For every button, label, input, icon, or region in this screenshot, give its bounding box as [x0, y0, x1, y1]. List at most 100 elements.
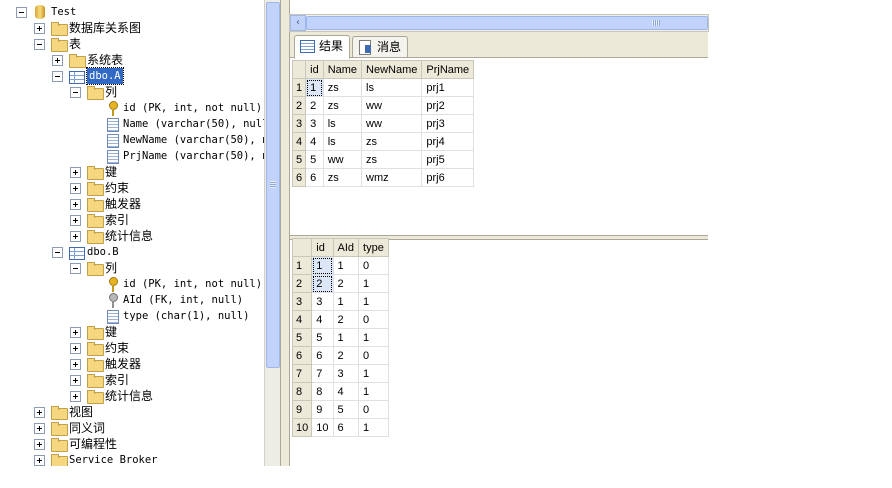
grid-cell[interactable]: zs	[322, 168, 363, 187]
column-header[interactable]: Name	[322, 60, 363, 79]
expand-plus-icon[interactable]	[70, 215, 81, 226]
row-header[interactable]: 4	[291, 132, 307, 151]
collapse-minus-icon[interactable]	[52, 71, 63, 82]
row-header[interactable]: 9	[291, 400, 313, 419]
grid-cell[interactable]: prj3	[421, 114, 475, 133]
table-row[interactable]: 5 5 ww zs prj5	[291, 150, 475, 169]
grid-cell[interactable]: 1	[305, 78, 324, 97]
tree-node[interactable]: AId (FK, int, null)	[0, 292, 264, 308]
scrollbar-thumb[interactable]	[266, 2, 280, 368]
grid-cell[interactable]: 1	[358, 274, 389, 293]
grid-cell[interactable]: 6	[332, 418, 360, 437]
tree-node[interactable]: Service Broker	[0, 452, 264, 466]
column-header[interactable]: PrjName	[421, 60, 475, 79]
tree-node[interactable]: 可编程性	[0, 436, 264, 452]
tree-node[interactable]: 视图	[0, 404, 264, 420]
tree-node[interactable]: 列	[0, 84, 264, 100]
grid-cell[interactable]: 0	[358, 310, 389, 329]
grid-cell[interactable]: 1	[332, 328, 360, 347]
grid-cell[interactable]: 1	[358, 418, 389, 437]
tree-node[interactable]: 约束	[0, 180, 264, 196]
tree-vertical-scrollbar[interactable]	[264, 0, 280, 466]
grid-cell[interactable]: 2	[332, 274, 360, 293]
table-row[interactable]: 1110	[291, 256, 389, 275]
collapse-minus-icon[interactable]	[70, 263, 81, 274]
grid-cell[interactable]: wmz	[361, 168, 423, 187]
tree-node[interactable]: 统计信息	[0, 388, 264, 404]
collapse-minus-icon[interactable]	[16, 7, 27, 18]
expand-plus-icon[interactable]	[70, 231, 81, 242]
collapse-minus-icon[interactable]	[70, 87, 81, 98]
expand-plus-icon[interactable]	[70, 359, 81, 370]
tree-node[interactable]: id (PK, int, not null)	[0, 276, 264, 292]
row-header[interactable]: 3	[291, 292, 313, 311]
tab-messages[interactable]: 消息	[352, 36, 409, 57]
grid-cell[interactable]: ls	[322, 114, 363, 133]
column-header[interactable]: AId	[332, 238, 360, 257]
row-header[interactable]: 1	[291, 256, 313, 275]
table-row[interactable]: 4 4 ls zs prj4	[291, 132, 475, 151]
grid-cell[interactable]: 2	[332, 346, 360, 365]
expand-plus-icon[interactable]	[34, 439, 45, 450]
grid-cell[interactable]: 2	[311, 274, 334, 293]
tree-node[interactable]: 系统表	[0, 52, 264, 68]
row-header[interactable]: 5	[291, 328, 313, 347]
table-row[interactable]: 10 10 6 1	[291, 418, 389, 437]
tree-node[interactable]: dbo.B	[0, 244, 264, 260]
object-explorer-tree[interactable]: Test 数据库关系图表系统表 dbo.A 列 id (PK, int, not nul…	[0, 0, 264, 466]
results-grid-2[interactable]: id AId type 1 1 1 0 2 2 2 1 3 3 1 1 4 4 2 0 5 5 1 1 6 6 2 0 7 7 3 1 8 8 4…	[291, 238, 389, 437]
grid-cell[interactable]: ww	[361, 114, 423, 133]
tree-node[interactable]: 同义词	[0, 420, 264, 436]
expand-plus-icon[interactable]	[70, 391, 81, 402]
row-header[interactable]: 4	[291, 310, 313, 329]
grid-cell[interactable]: 10	[311, 418, 334, 437]
grid-cell[interactable]: 5	[305, 150, 324, 169]
row-header[interactable]: 3	[291, 114, 307, 133]
expand-plus-icon[interactable]	[34, 407, 45, 418]
column-header[interactable]: id	[305, 60, 324, 79]
tree-node[interactable]: 触发器	[0, 196, 264, 212]
column-header[interactable]	[291, 60, 307, 79]
expand-plus-icon[interactable]	[34, 23, 45, 34]
table-row[interactable]: 9950	[291, 400, 389, 419]
grid-cell[interactable]: 5	[332, 400, 360, 419]
grid-cell[interactable]: prj2	[421, 96, 475, 115]
expand-plus-icon[interactable]	[70, 375, 81, 386]
row-header[interactable]: 2	[291, 96, 307, 115]
row-header[interactable]: 8	[291, 382, 313, 401]
collapse-minus-icon[interactable]	[52, 247, 63, 258]
grid-cell[interactable]: 1	[358, 364, 389, 383]
tree-node[interactable]: 触发器	[0, 356, 264, 372]
grid-cell[interactable]: prj5	[421, 150, 475, 169]
expand-plus-icon[interactable]	[34, 423, 45, 434]
expand-plus-icon[interactable]	[34, 455, 45, 466]
table-row[interactable]: 4420	[291, 310, 389, 329]
tree-node[interactable]: id (PK, int, not null)	[0, 100, 264, 116]
tree-node[interactable]: 数据库关系图	[0, 20, 264, 36]
grid-cell[interactable]: ls	[322, 132, 363, 151]
tree-node[interactable]: type (char(1), null)	[0, 308, 264, 324]
grid-cell[interactable]: zs	[322, 78, 363, 97]
grid-cell[interactable]: ww	[361, 96, 423, 115]
expand-plus-icon[interactable]	[70, 327, 81, 338]
grid-cell[interactable]: 8	[311, 382, 334, 401]
column-header[interactable]: NewName	[361, 60, 423, 79]
expand-plus-icon[interactable]	[70, 183, 81, 194]
row-header[interactable]: 2	[291, 274, 313, 293]
grid-cell[interactable]: 5	[311, 328, 334, 347]
grid-cell[interactable]: zs	[361, 150, 423, 169]
table-row[interactable]: 8841	[291, 382, 389, 401]
tree-node[interactable]: 表	[0, 36, 264, 52]
table-row[interactable]: 6 6 zs wmz prj6	[291, 168, 475, 187]
row-header[interactable]: 6	[291, 346, 313, 365]
table-row[interactable]: 2 2 zs ww prj2	[291, 96, 475, 115]
expand-plus-icon[interactable]	[70, 343, 81, 354]
table-row[interactable]: 7731	[291, 364, 389, 383]
grid-cell[interactable]: 3	[305, 114, 324, 133]
tree-node[interactable]: 统计信息	[0, 228, 264, 244]
grid-cell[interactable]: prj1	[421, 78, 475, 97]
tree-node[interactable]: Name (varchar(50), null)	[0, 116, 264, 132]
grid-cell[interactable]: 9	[311, 400, 334, 419]
editor-horizontal-scrollbar[interactable]: ‹	[289, 14, 709, 32]
grid-cell[interactable]: 7	[311, 364, 334, 383]
